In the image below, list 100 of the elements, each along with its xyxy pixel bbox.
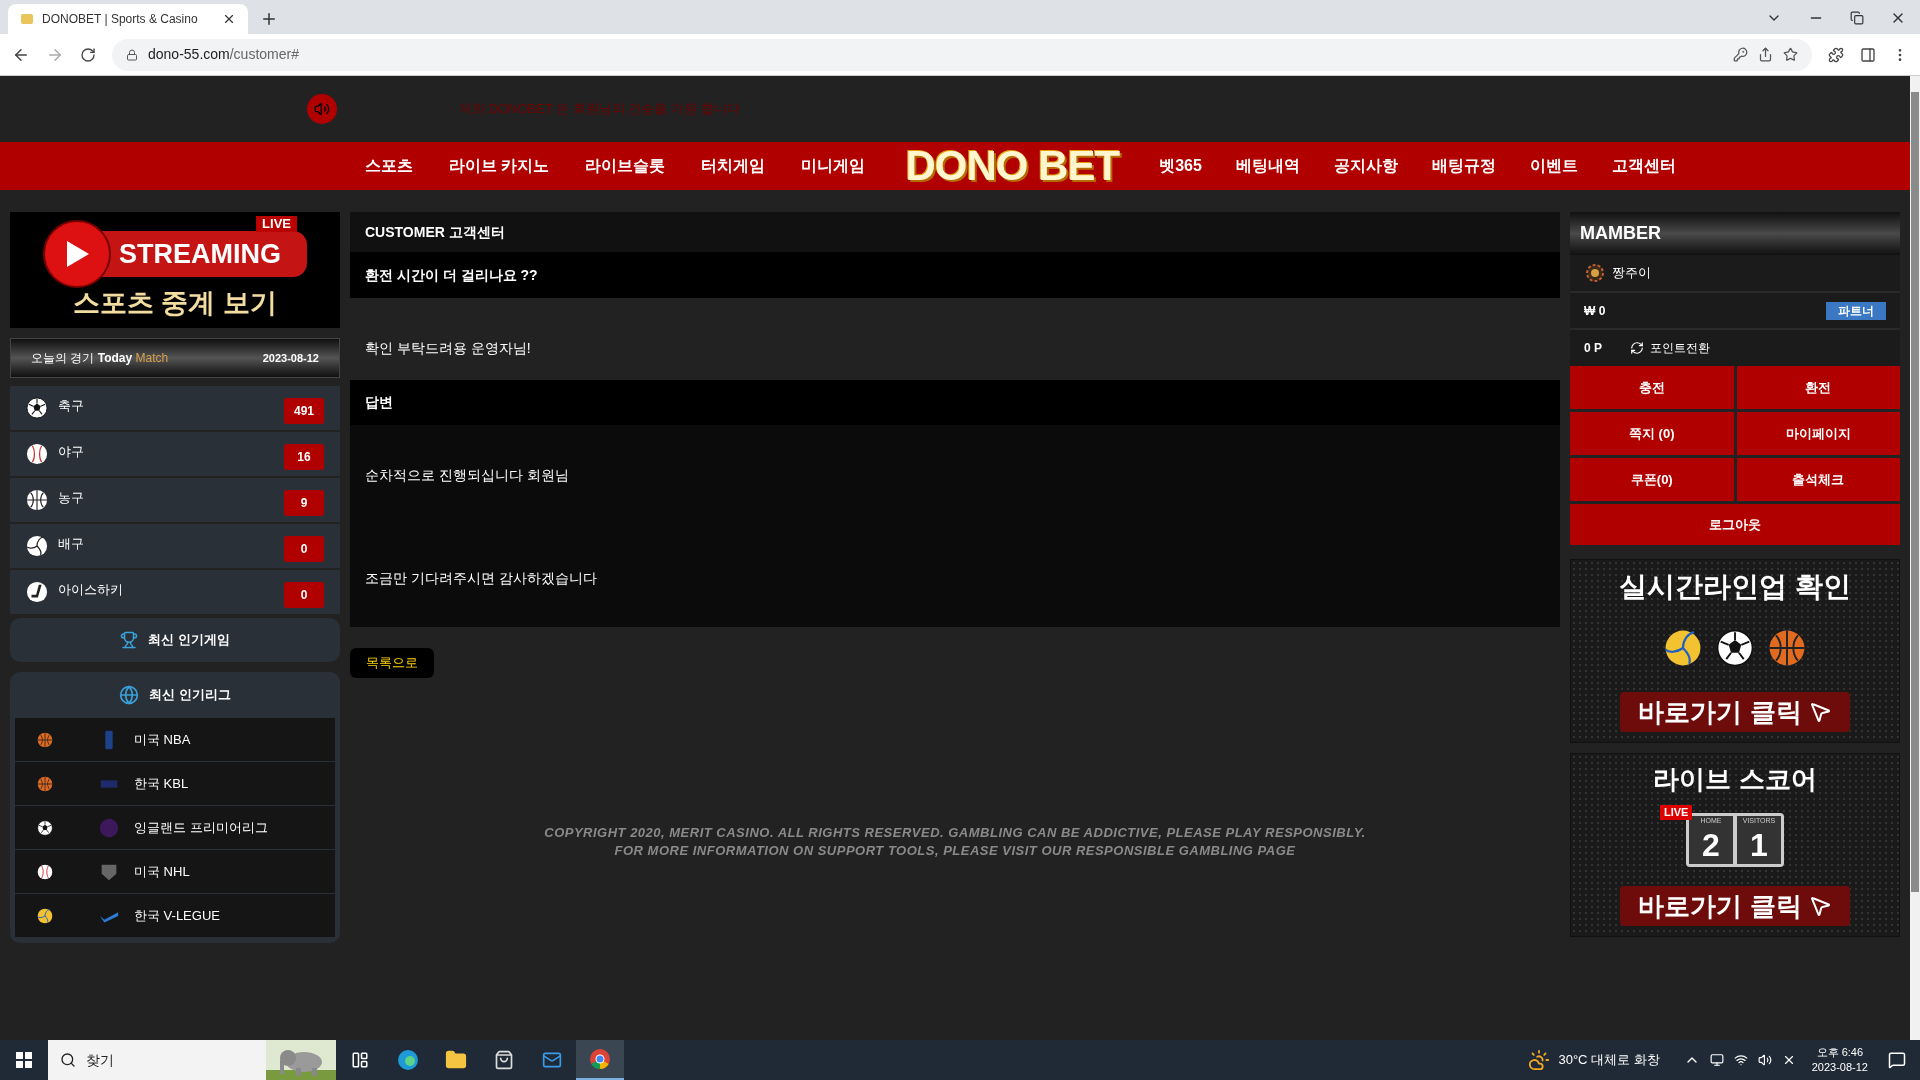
- count-badge: 491: [284, 398, 324, 424]
- sport-row[interactable]: 야구 16: [10, 432, 340, 476]
- today-match-title: 오늘의 경기 Today Match: [31, 350, 169, 367]
- taskbar-search-field[interactable]: 찾기: [48, 1040, 336, 1080]
- league-row[interactable]: 잉글랜드 프리미어리그: [15, 806, 335, 850]
- ball-icon: [37, 731, 53, 748]
- key-icon[interactable]: [1733, 47, 1748, 62]
- nav-link[interactable]: 고객센터: [1611, 154, 1676, 178]
- back-to-list-button[interactable]: 목록으로: [350, 648, 434, 678]
- share-icon[interactable]: [1758, 47, 1773, 62]
- question-title: 환전 시간이 더 걸리나요 ??: [365, 265, 538, 285]
- league-row[interactable]: 한국 V-LEGUE: [15, 894, 335, 938]
- footer-text: COPYRIGHT 2020, MERIT CASINO. ALL RIGHTS RESERVED. GAMBLING CAN BE ADDICTIVE, PLEASE PLAY RESPONSIBLY.: [544, 824, 1366, 842]
- volume-icon[interactable]: [1757, 1053, 1772, 1067]
- popular-games-button[interactable]: 최신 인기게임: [10, 618, 340, 662]
- sport-name: 야구: [58, 443, 85, 462]
- clock[interactable]: 오후 6:46 2023-08-12: [1811, 1045, 1868, 1075]
- league-row[interactable]: 미국 NHL: [15, 850, 335, 894]
- banner-title: 라이브 스코어: [1653, 764, 1817, 794]
- panel-title: CUSTOMER 고객센터: [365, 222, 505, 242]
- member-menu-button[interactable]: 출석체크: [1736, 458, 1900, 501]
- nav-link[interactable]: 라이브 카지노: [449, 154, 550, 178]
- close-tab-icon[interactable]: [222, 12, 236, 26]
- answer-title: 답변: [365, 393, 393, 412]
- member-menu-button[interactable]: 환전: [1736, 366, 1900, 409]
- weather-text[interactable]: 30°C 대체로 화창: [1558, 1050, 1660, 1070]
- league-name: 잉글랜드 프리미어리그: [134, 818, 268, 837]
- trophy-icon: [120, 631, 139, 649]
- notifications-icon[interactable]: [1888, 1051, 1906, 1069]
- speaker-icon: [314, 101, 330, 117]
- ball-icon: [37, 775, 53, 792]
- browser-tab[interactable]: DONOBET | Sports & Casino: [8, 4, 248, 34]
- question-text: 확인 부탁드려용 운영자님!: [365, 339, 532, 358]
- username: 짱주이: [1612, 264, 1651, 283]
- member-menu-button[interactable]: 마이페이지: [1736, 412, 1900, 455]
- sport-name: 아이스하키: [58, 581, 124, 600]
- league-row[interactable]: 미국 NBA: [15, 718, 335, 762]
- sport-row[interactable]: 농구 9: [10, 478, 340, 522]
- member-menu-button[interactable]: 쪽지 (0): [1570, 412, 1734, 455]
- browser-app-icon[interactable]: [397, 1049, 419, 1071]
- logout-button[interactable]: 로그아웃: [1570, 504, 1900, 545]
- nav-link[interactable]: 라이브슬롯: [585, 154, 666, 178]
- scrollbar-thumb[interactable]: [1911, 92, 1919, 892]
- sport-name: 농구: [58, 489, 85, 508]
- volleyball-icon: [1664, 629, 1702, 667]
- lock-icon: [126, 48, 138, 61]
- nav-link[interactable]: 터치게임: [701, 154, 766, 178]
- nav-link[interactable]: 공지사항: [1333, 154, 1398, 178]
- search-icon: [60, 1052, 76, 1068]
- league-name: 미국 NBA: [134, 730, 191, 749]
- mail-icon[interactable]: [542, 1050, 562, 1070]
- address-bar[interactable]: dono-55.com/customer#: [112, 38, 1812, 71]
- soccer-ball-icon: [26, 397, 48, 419]
- nav-link[interactable]: 스포츠: [365, 154, 413, 178]
- url-text: dono-55.com/customer#: [148, 45, 299, 64]
- banner-title: 실시간라인업 확인: [1619, 570, 1851, 604]
- leagues-title: 최신 인기리그: [149, 686, 231, 705]
- extensions-icon[interactable]: [1828, 46, 1844, 63]
- restore-icon[interactable]: [1850, 11, 1864, 25]
- cta-label: 바로가기 클릭: [1620, 692, 1850, 732]
- point-convert-button[interactable]: 포인트전환: [1630, 339, 1710, 357]
- folder-icon[interactable]: [445, 1049, 467, 1071]
- display-icon[interactable]: [1709, 1053, 1724, 1067]
- sport-row[interactable]: 축구 491: [10, 386, 340, 430]
- count-badge: 9: [284, 490, 324, 516]
- task-view-icon[interactable]: [351, 1051, 369, 1069]
- member-menu-button[interactable]: 쿠폰(0): [1570, 458, 1734, 501]
- bookmark-star-icon[interactable]: [1783, 47, 1798, 62]
- partner-button[interactable]: 파트너: [1826, 301, 1886, 320]
- count-badge: 0: [284, 582, 324, 608]
- clock-time: 오후 6:46: [1816, 1045, 1864, 1060]
- network-icon[interactable]: [1733, 1053, 1748, 1067]
- league-name: 한국 V-LEGUE: [134, 906, 220, 925]
- active-taskbar-app[interactable]: [576, 1040, 624, 1080]
- nav-link[interactable]: 베팅내역: [1235, 154, 1300, 178]
- member-menu-button[interactable]: 충전: [1570, 366, 1734, 409]
- refresh-icon: [1630, 341, 1644, 355]
- lineup-banner[interactable]: 실시간라인업 확인 바로가기 클릭: [1570, 559, 1900, 743]
- search-placeholder: 찾기: [86, 1050, 115, 1070]
- sport-row[interactable]: 아이스하키 0: [10, 570, 340, 614]
- store-icon[interactable]: [494, 1050, 514, 1070]
- league-row[interactable]: 한국 KBL: [15, 762, 335, 806]
- reload-icon[interactable]: [80, 46, 96, 63]
- sport-name: 배구: [58, 535, 85, 554]
- basketball-icon: [1768, 629, 1806, 667]
- clock-date: 2023-08-12: [1811, 1060, 1868, 1075]
- sound-button[interactable]: [307, 94, 337, 124]
- league-logo-icon: [98, 816, 120, 839]
- notice-text: 저희 DONOBET 은 회원님의 건승을 기원 합니다: [459, 100, 740, 119]
- site-logo[interactable]: DONO BET: [905, 145, 1120, 187]
- nav-link[interactable]: 이벤트: [1529, 154, 1578, 178]
- ball-icon: [37, 819, 53, 836]
- weather-icon[interactable]: [1528, 1049, 1551, 1071]
- new-tab-icon[interactable]: [260, 10, 278, 28]
- nav-link[interactable]: 벳365: [1159, 154, 1202, 178]
- nav-link[interactable]: 배팅규정: [1431, 154, 1496, 178]
- chrome-icon: [589, 1048, 611, 1070]
- nav-link[interactable]: 미니게임: [801, 154, 866, 178]
- sport-row[interactable]: 배구 0: [10, 524, 340, 568]
- side-panel-icon[interactable]: [1860, 46, 1876, 63]
